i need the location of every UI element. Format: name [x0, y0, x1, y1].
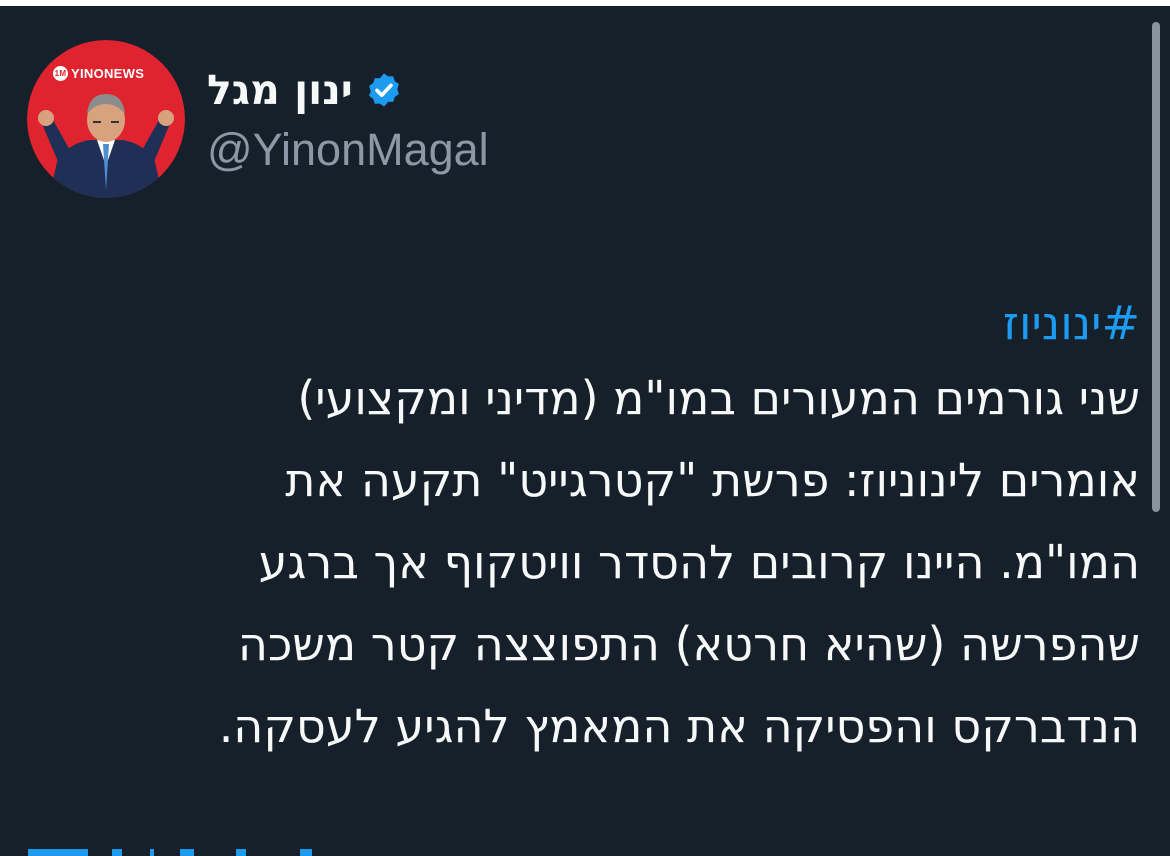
- tweet-text-line: שהפרשה (שהיא חרטא) התפוצצה קטר משכה: [237, 617, 1140, 671]
- user-info: ינון מגל @YinonMagal: [207, 62, 727, 176]
- verified-badge-icon[interactable]: [365, 71, 403, 109]
- user-handle[interactable]: @YinonMagal: [207, 124, 727, 176]
- avatar-portrait-image: [27, 40, 185, 198]
- avatar[interactable]: 1M YINONEWS: [27, 40, 185, 198]
- top-frame-edge: [0, 0, 1170, 6]
- display-name[interactable]: ינון מגל: [207, 66, 353, 114]
- tweet-text-line: המו"מ. היינו קרובים להסדר וויטקוף אך ברג…: [258, 535, 1140, 589]
- hashtag-link[interactable]: #ינוניוז: [1003, 296, 1140, 350]
- tweet-text-line: אומרים לינוניוז: פרשת "קטרגייט" תקעה את: [285, 453, 1140, 507]
- scrollbar-thumb[interactable]: [1152, 22, 1160, 512]
- tweet-text-line: הנדברקס והפסיקה את המאמץ להגיע לעסקה.: [218, 699, 1140, 753]
- name-row: ינון מגל: [207, 62, 727, 118]
- avatar-channel-logo: 1M YINONEWS: [53, 66, 144, 81]
- avatar-logo-badge: 1M: [53, 66, 68, 81]
- tweet-text-line: שני גורמים המעורים במו"מ (מדיני ומקצועי): [297, 371, 1140, 425]
- avatar-logo-text: YINONEWS: [71, 66, 145, 81]
- cut-off-next-row: [0, 846, 1170, 856]
